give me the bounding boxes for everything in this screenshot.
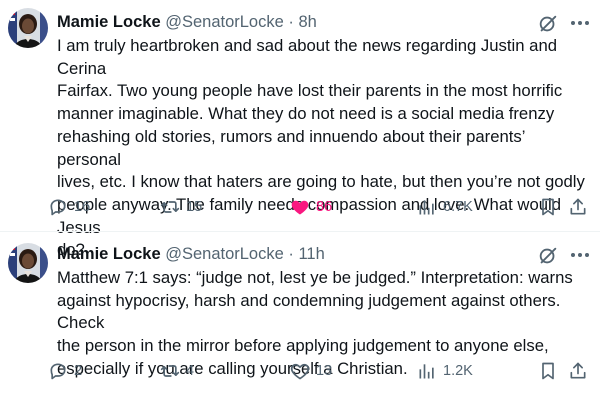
reply-icon [50,363,66,380]
user-handle[interactable]: @SenatorLocke [165,13,284,31]
repost-count: 4 [186,363,195,379]
avatar[interactable] [8,8,48,48]
like-count: 86 [316,199,333,215]
tweet-actions: 2 4 13 1.2K [48,359,596,383]
bookmark-button[interactable] [538,359,558,383]
separator-dot: · [288,13,294,31]
tweet-header: Mamie Locke @SenatorLocke · 8h [57,12,317,32]
repost-button[interactable]: 4 [160,359,194,383]
timeline-feed: Mamie Locke @SenatorLocke · 8h I am trul… [0,0,600,400]
share-icon [570,362,586,379]
like-button[interactable]: 86 [290,195,332,219]
tweet[interactable]: Mamie Locke @SenatorLocke · 8h I am trul… [0,0,600,259]
views-count: 1.2K [443,363,473,379]
more-icon[interactable] [568,11,592,35]
bookmark-button[interactable] [538,195,558,219]
tweet-header: Mamie Locke @SenatorLocke · 11h [57,244,325,264]
views-icon [419,364,434,379]
more-icon[interactable] [568,243,592,267]
repost-count: 15 [186,199,203,215]
like-button[interactable]: 13 [290,359,332,383]
tweet[interactable]: Mamie Locke @SenatorLocke · 11h Matthew … [0,232,600,400]
display-name[interactable]: Mamie Locke [57,13,161,31]
reply-count: 2 [74,363,83,379]
reply-count: 16 [74,199,91,215]
grok-icon[interactable] [537,245,559,267]
repost-icon [160,201,180,213]
timestamp[interactable]: 11h [298,245,324,263]
reply-button[interactable]: 16 [48,195,90,219]
bookmark-icon [542,362,554,380]
repost-icon [160,365,180,377]
display-name[interactable]: Mamie Locke [57,245,161,263]
bookmark-icon [542,198,554,216]
heart-icon [290,363,310,380]
timestamp[interactable]: 8h [298,13,316,31]
separator-dot: · [288,245,294,263]
tweet-text: I am truly heartbroken and sad about the… [57,36,585,260]
user-handle[interactable]: @SenatorLocke [165,245,284,263]
repost-button[interactable]: 15 [160,195,202,219]
views-icon [419,200,434,215]
reply-icon [50,199,66,216]
views-button[interactable]: 6.7K [417,195,473,219]
share-button[interactable] [568,195,588,219]
like-count: 13 [316,363,333,379]
views-count: 6.7K [443,199,473,215]
share-button[interactable] [568,359,588,383]
share-icon [570,198,586,215]
views-button[interactable]: 1.2K [417,359,473,383]
avatar[interactable] [8,243,48,283]
heart-icon [291,200,309,215]
tweet-actions: 16 15 86 6.7K [48,195,596,219]
grok-icon[interactable] [537,13,559,35]
reply-button[interactable]: 2 [48,359,82,383]
